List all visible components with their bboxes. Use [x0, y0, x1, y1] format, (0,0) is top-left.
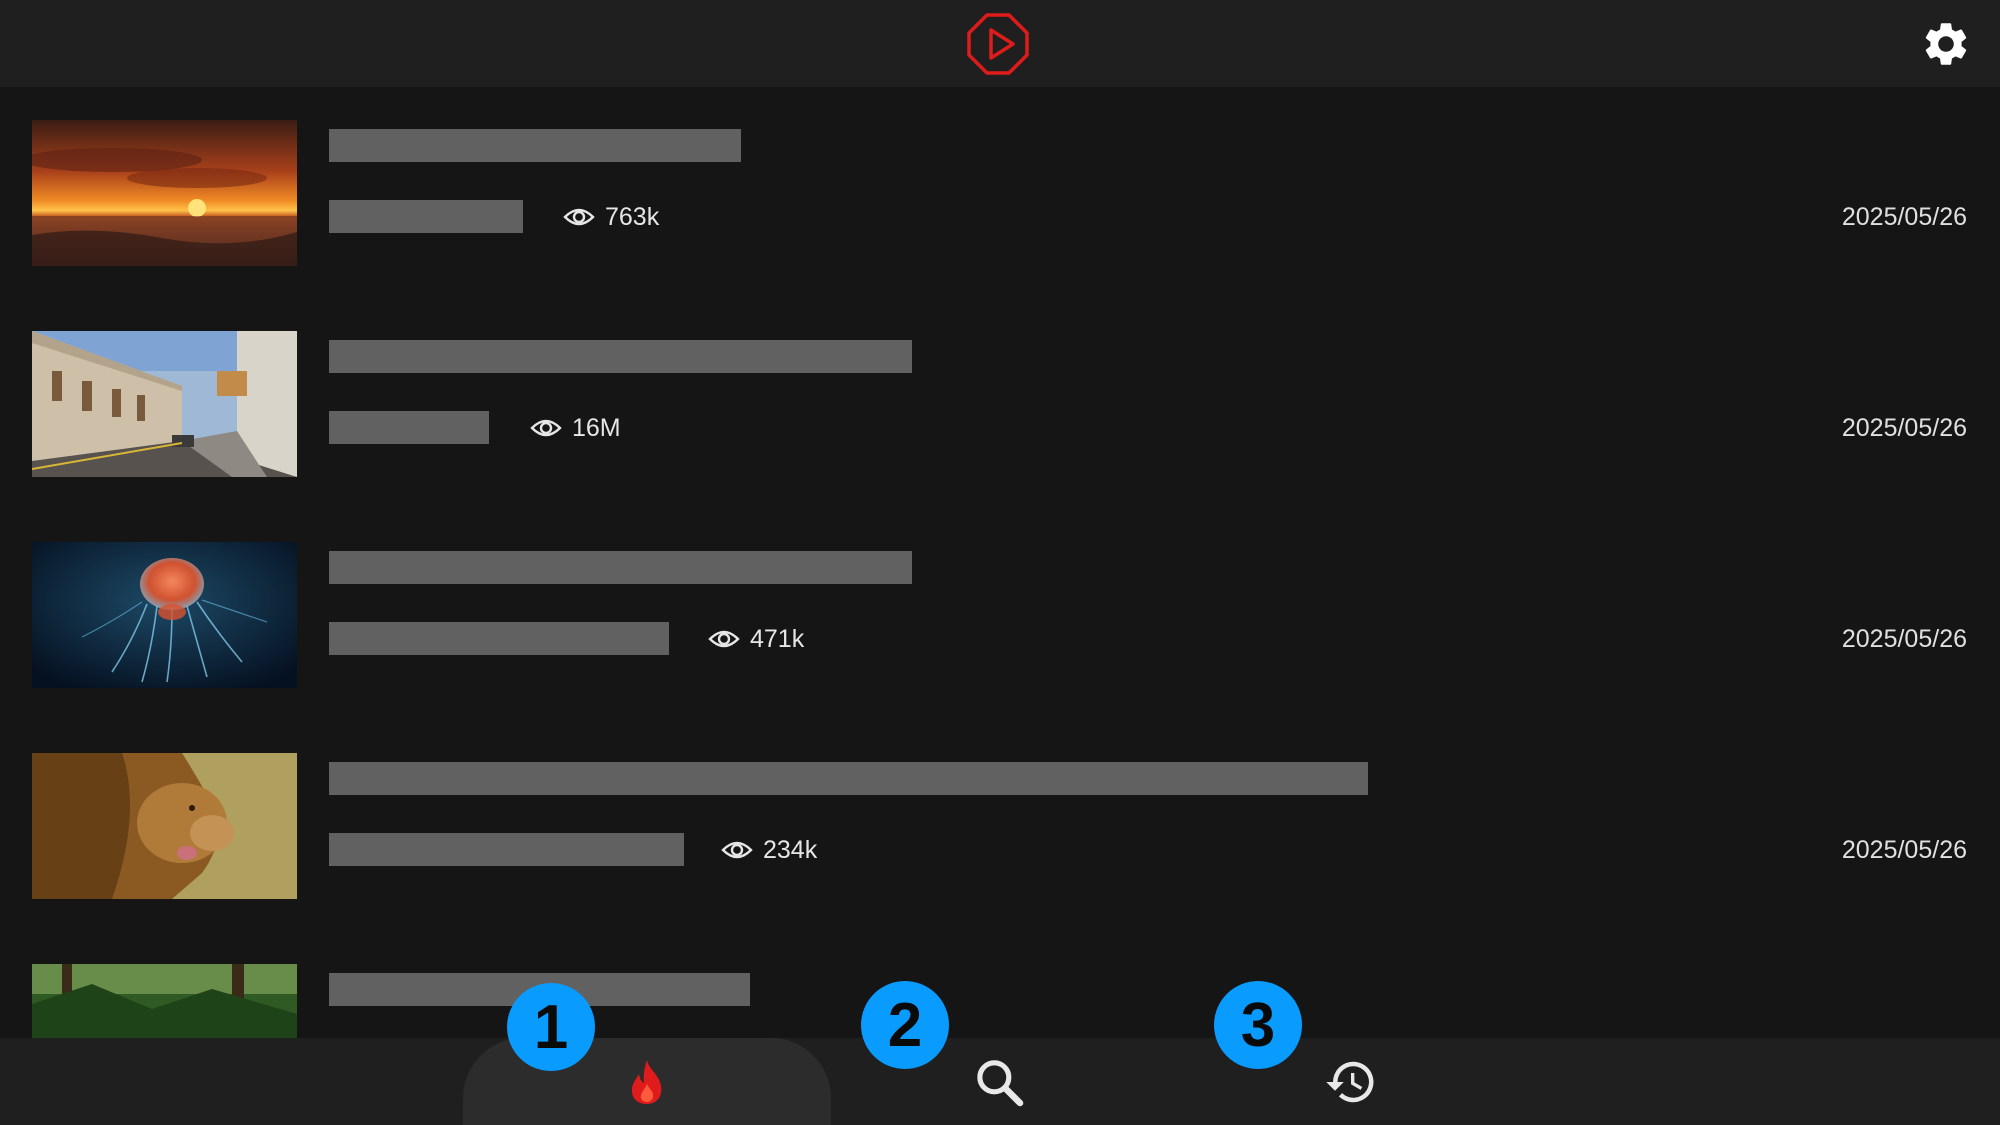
gear-icon[interactable] [1920, 18, 1972, 70]
view-count: 471k [708, 619, 804, 659]
tab-history[interactable] [1166, 1038, 1536, 1125]
eye-icon [563, 208, 595, 226]
upload-date: 2025/05/26 [1841, 414, 1967, 442]
video-list-item[interactable] [0, 931, 2000, 1038]
view-count-text: 763k [605, 202, 660, 231]
view-count: 16M [530, 408, 621, 448]
video-thumbnail[interactable] [32, 964, 297, 1038]
view-count: 234k [721, 830, 817, 870]
fire-icon [631, 1059, 662, 1104]
view-count-text: 234k [763, 835, 818, 864]
eye-icon [530, 419, 562, 437]
channel-name-placeholder [329, 411, 489, 444]
eye-icon [721, 841, 753, 859]
video-title-placeholder [329, 340, 912, 373]
channel-name-placeholder [329, 200, 523, 233]
video-title-placeholder [329, 129, 741, 162]
top-app-bar [0, 0, 2000, 87]
channel-name-placeholder [329, 833, 684, 866]
play-octagon-icon[interactable] [966, 12, 1030, 76]
video-list-item[interactable]: 763k 2025/05/26 [0, 87, 2000, 298]
video-title-placeholder [329, 762, 1368, 795]
tab-number-badge: 2 [861, 981, 949, 1069]
search-icon [976, 1059, 1023, 1106]
tab-number-badge: 3 [1214, 981, 1302, 1069]
video-thumbnail[interactable] [32, 120, 297, 266]
eye-icon [708, 630, 740, 648]
video-list-item[interactable]: 16M 2025/05/26 [0, 298, 2000, 509]
view-count: 763k [563, 197, 659, 237]
video-title-placeholder [329, 551, 912, 584]
view-count-text: 471k [750, 624, 805, 653]
upload-date: 2025/05/26 [1841, 625, 1967, 653]
video-thumbnail[interactable] [32, 542, 297, 688]
tab-number-badge: 1 [507, 983, 595, 1071]
video-list[interactable]: 763k 2025/05/26 16M 2025/05/26 471k 2025… [0, 87, 2000, 1038]
video-thumbnail[interactable] [32, 753, 297, 899]
video-list-item[interactable]: 234k 2025/05/26 [0, 720, 2000, 931]
history-icon [1326, 1061, 1374, 1102]
video-thumbnail[interactable] [32, 331, 297, 477]
channel-name-placeholder [329, 622, 669, 655]
video-list-item[interactable]: 471k 2025/05/26 [0, 509, 2000, 720]
view-count-text: 16M [572, 413, 621, 442]
upload-date: 2025/05/26 [1841, 203, 1967, 231]
upload-date: 2025/05/26 [1841, 836, 1967, 864]
bottom-navigation [0, 1038, 2000, 1125]
